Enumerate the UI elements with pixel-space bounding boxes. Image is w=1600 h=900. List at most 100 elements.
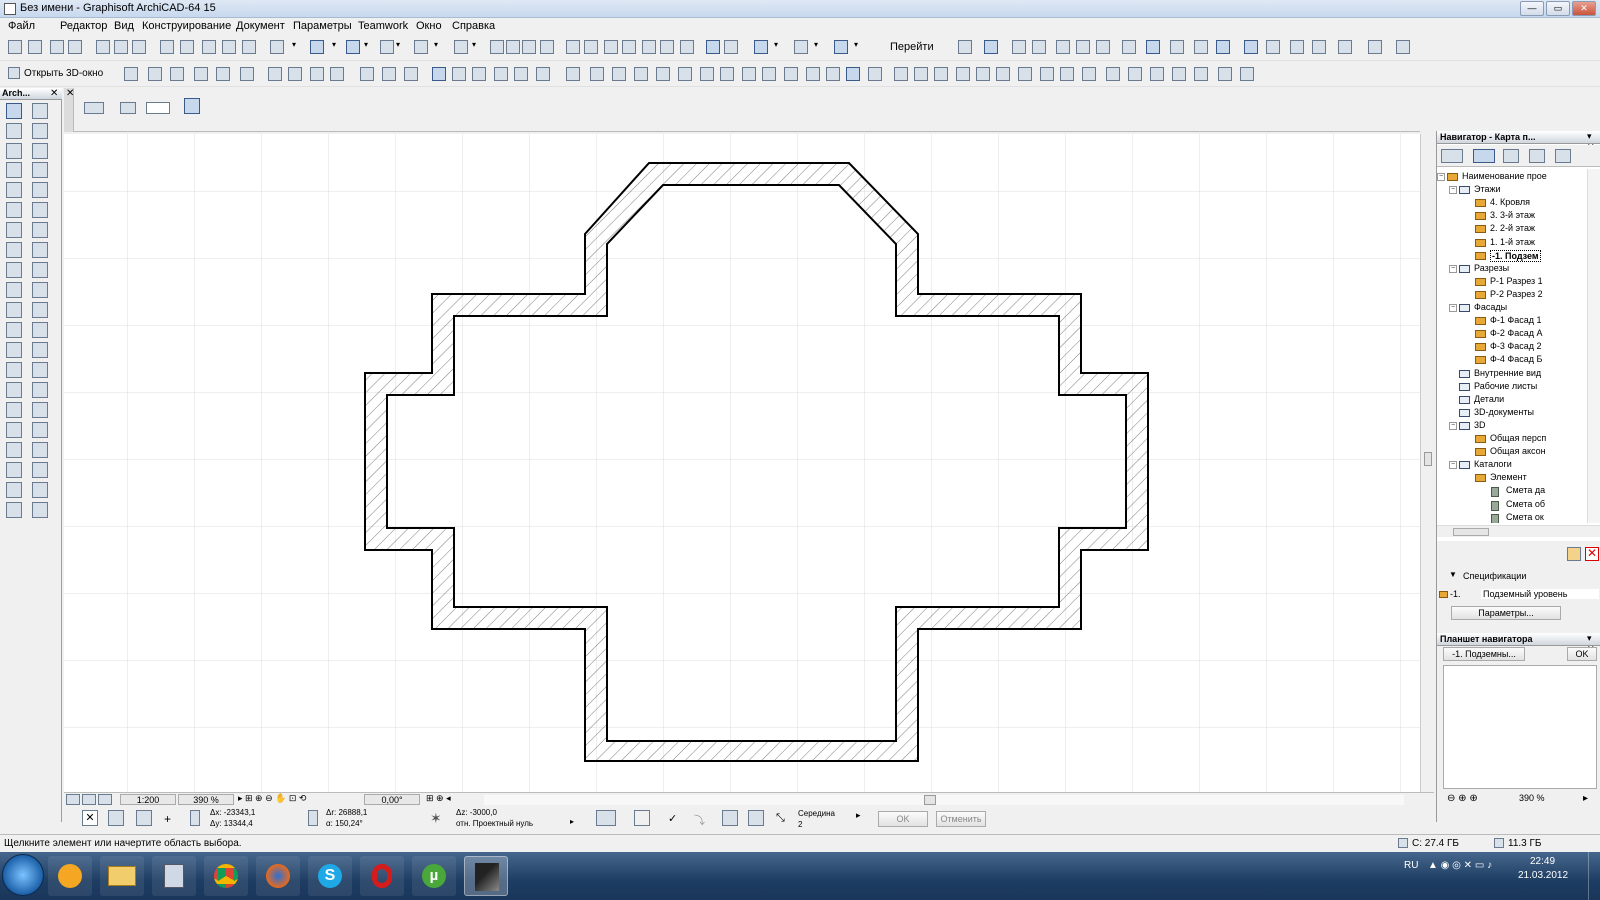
intersect-icon[interactable] (604, 40, 618, 54)
start-button[interactable] (2, 854, 44, 896)
tree-item-label[interactable]: Каталоги (1474, 459, 1512, 469)
edit-tool-21-icon[interactable] (590, 67, 604, 81)
railing-tool-icon[interactable] (32, 262, 48, 278)
find-select-icon[interactable] (202, 40, 216, 54)
split-icon[interactable] (566, 40, 580, 54)
edit-tool-35-icon[interactable] (894, 67, 908, 81)
layout-icon[interactable] (706, 40, 720, 54)
quick-options-icon[interactable] (66, 794, 80, 805)
edit-tool-17-icon[interactable] (494, 67, 508, 81)
edit-tool-5-icon[interactable] (216, 67, 230, 81)
home-icon[interactable] (1368, 40, 1382, 54)
dropdown-icon[interactable]: ▾ (814, 40, 821, 54)
collapse-arrow-icon[interactable]: ▼ (1449, 570, 1457, 579)
tree-item-label[interactable]: Смета ок (1506, 512, 1544, 522)
layout-grid-icon[interactable] (1216, 40, 1230, 54)
menu-window[interactable]: Окно (416, 20, 442, 32)
tree-toggle-icon[interactable]: − (1449, 461, 1457, 470)
tree-toggle-icon[interactable]: − (1449, 304, 1457, 312)
circle-tool-icon[interactable] (32, 362, 48, 378)
lamp-tool-icon[interactable] (32, 182, 48, 198)
reference-level[interactable]: отн. Проектный нуль (456, 819, 533, 828)
edit-tool-10-icon[interactable] (330, 67, 344, 81)
open-3d-window-button[interactable]: Открыть 3D-окно (24, 68, 103, 79)
edit-tool-15-icon[interactable] (452, 67, 466, 81)
label-tool-icon[interactable] (6, 322, 22, 338)
zone-tool-icon[interactable] (6, 262, 22, 278)
edit-tool-28-icon[interactable] (742, 67, 756, 81)
drawing-tool-icon[interactable] (32, 462, 48, 478)
edit-tool-19-icon[interactable] (536, 67, 550, 81)
render-icon[interactable] (1012, 40, 1026, 54)
fillet-icon[interactable] (622, 40, 636, 54)
tree-item-label[interactable]: Ф-1 Фасад 1 (1490, 315, 1541, 325)
delta-z-value[interactable]: Δz: -3000,0 (456, 808, 497, 817)
camera-tool-icon[interactable] (32, 402, 48, 418)
edit-tool-14-icon[interactable] (432, 67, 446, 81)
reference-dropdown-icon[interactable]: ▸ (570, 817, 574, 826)
print-icon[interactable] (68, 40, 82, 54)
tree-vertical-scrollbar[interactable] (1587, 169, 1600, 523)
close-x-icon[interactable] (540, 40, 554, 54)
dropdown-icon[interactable]: ▾ (292, 40, 299, 54)
edit-tool-18-icon[interactable] (514, 67, 528, 81)
ruler-icon[interactable] (1194, 40, 1208, 54)
tree-toggle-icon[interactable]: − (1449, 264, 1457, 273)
opera-app[interactable] (360, 856, 404, 896)
edit-tool-26-icon[interactable] (700, 67, 714, 81)
tree-item-label[interactable]: 3D (1474, 420, 1486, 430)
tree-item-label[interactable]: 2. 2-й этаж (1490, 223, 1535, 233)
3d-view-icon[interactable] (834, 40, 848, 54)
zoom-icon[interactable] (1266, 40, 1280, 54)
window-tool-icon[interactable] (32, 162, 48, 178)
edit-tool-23-icon[interactable] (634, 67, 648, 81)
vertical-scrollbar[interactable] (1420, 134, 1434, 792)
edit-tool-20-icon[interactable] (566, 67, 580, 81)
horizontal-scrollbar[interactable] (484, 795, 1404, 805)
tree-item-label[interactable]: Детали (1474, 394, 1504, 404)
firefox-app[interactable] (256, 856, 300, 896)
reference-icon[interactable] (522, 40, 536, 54)
fixture-icon[interactable] (32, 502, 48, 518)
suspend-groups-icon[interactable] (490, 40, 504, 54)
fill-tool-icon[interactable] (32, 322, 48, 338)
construction-grid-icon[interactable] (136, 810, 152, 826)
cancel-input-icon[interactable]: ✕ (82, 810, 98, 826)
menu-document[interactable]: Документ (236, 20, 285, 32)
edit-tool-38-icon[interactable] (956, 67, 970, 81)
publish-icon[interactable] (1396, 40, 1410, 54)
marquee-tool-icon[interactable] (32, 103, 48, 119)
show-desktop-button[interactable] (1588, 852, 1600, 900)
figure-tool-icon[interactable] (32, 382, 48, 398)
goto-button[interactable]: Перейти (890, 41, 934, 53)
layout-book-tab[interactable] (1529, 149, 1545, 163)
palette-preview[interactable] (1443, 665, 1597, 789)
info-box-close-icon[interactable]: ✕ (66, 88, 74, 99)
media-player-app[interactable] (48, 856, 92, 896)
marquee-type-icon[interactable] (146, 102, 170, 114)
dropdown-icon[interactable]: ▾ (854, 40, 861, 54)
edit-tool-44-icon[interactable] (1082, 67, 1096, 81)
edit-tool-46-icon[interactable] (1128, 67, 1142, 81)
display-order-icon[interactable] (1032, 40, 1046, 54)
menu-design[interactable]: Конструирование (142, 20, 231, 32)
stair-tool-icon[interactable] (6, 222, 22, 238)
trace-icon[interactable] (506, 40, 520, 54)
snap-icon[interactable] (380, 40, 394, 54)
text-tool-icon[interactable] (32, 302, 48, 318)
tree-item-label[interactable]: Фасады (1474, 302, 1507, 312)
hotspot-tool-icon[interactable] (6, 402, 22, 418)
wall-tool-icon[interactable] (6, 123, 22, 139)
menu-edit[interactable]: Редактор (60, 20, 107, 32)
layer-icon[interactable] (82, 794, 96, 805)
dropdown-icon[interactable]: ▾ (332, 40, 339, 54)
language-indicator[interactable]: RU (1404, 860, 1418, 871)
edit-tool-6-icon[interactable] (240, 67, 254, 81)
section-marker-icon[interactable] (1076, 40, 1090, 54)
pen-set-icon[interactable] (454, 40, 468, 54)
edit-tool-22-icon[interactable] (612, 67, 626, 81)
parameters-button[interactable]: Параметры... (1451, 606, 1561, 620)
edit-tool-42-icon[interactable] (1040, 67, 1054, 81)
project-map-tab[interactable] (1473, 149, 1495, 163)
polar-coords-icon[interactable] (308, 810, 318, 826)
